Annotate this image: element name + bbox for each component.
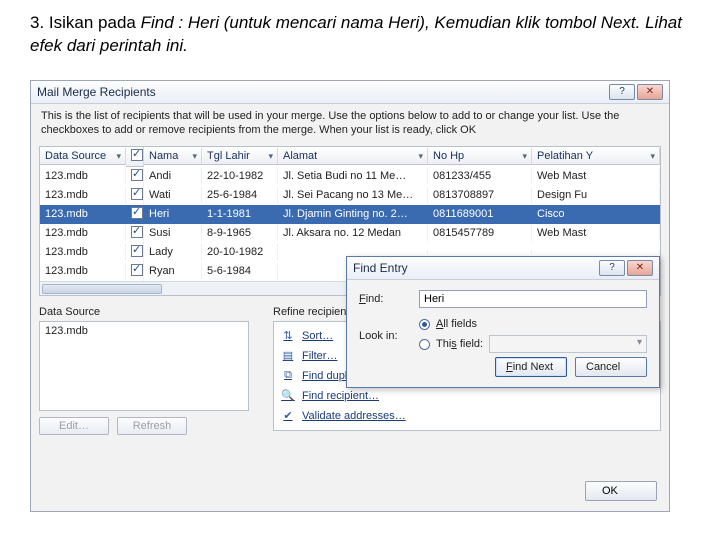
find-input[interactable] xyxy=(419,290,647,308)
find-close-button[interactable]: ✕ xyxy=(627,260,653,276)
scrollbar-thumb[interactable] xyxy=(42,284,162,294)
refine-icon: 🔍 xyxy=(280,388,296,404)
cell-pelatihan: Design Fu xyxy=(532,187,660,203)
table-row[interactable]: 123.mdb Heri1-1-1981Jl. Djamin Ginting no… xyxy=(40,205,660,224)
cell-nama: Ryan xyxy=(144,263,202,279)
cell-check[interactable] xyxy=(126,262,144,281)
cell-pelatihan: Web Mast xyxy=(532,168,660,184)
cell-hp: 0813708897 xyxy=(428,187,532,203)
cell-tgl: 8-9-1965 xyxy=(202,225,278,241)
refine-label: Sort… xyxy=(302,330,333,342)
col-tgl-lahir[interactable]: Tgl Lahir xyxy=(202,148,278,165)
data-source-item[interactable]: 123.mdb xyxy=(45,325,243,337)
check-icon[interactable] xyxy=(131,245,143,257)
check-icon[interactable] xyxy=(131,226,143,238)
data-source-label: Data Source xyxy=(39,306,249,318)
cell-check[interactable] xyxy=(126,167,144,186)
data-source-list[interactable]: 123.mdb xyxy=(39,321,249,411)
find-next-button[interactable]: Find Next xyxy=(495,357,567,377)
table-row[interactable]: 123.mdb Wati25-6-1984Jl. Sei Pacang no 13… xyxy=(40,186,660,205)
find-dialog-titlebar: Find Entry ? ✕ xyxy=(347,257,659,280)
table-row[interactable]: 123.mdb Andi22-10-1982Jl. Setia Budi no 1… xyxy=(40,167,660,186)
cell-source: 123.mdb xyxy=(40,263,126,279)
cell-alamat: Jl. Djamin Ginting no. 2… xyxy=(278,206,428,222)
cell-check[interactable] xyxy=(126,186,144,205)
cell-nama: Lady xyxy=(144,244,202,260)
col-no-hp[interactable]: No Hp xyxy=(428,148,532,165)
cell-tgl: 22-10-1982 xyxy=(202,168,278,184)
refresh-button[interactable]: Refresh xyxy=(117,417,187,435)
radio-all-fields[interactable] xyxy=(419,319,430,330)
grid-header-row: Data Source Nama Tgl Lahir Alamat No Hp … xyxy=(40,147,660,167)
check-icon[interactable] xyxy=(131,264,143,276)
cell-source: 123.mdb xyxy=(40,187,126,203)
refine-icon: ▤ xyxy=(280,348,296,364)
cell-source: 123.mdb xyxy=(40,168,126,184)
dialog-intro-text: This is the list of recipients that will… xyxy=(31,104,669,142)
refine-link[interactable]: ✔ Validate addresses… xyxy=(278,406,656,426)
find-entry-dialog: Find Entry ? ✕ Find: Look in: All fields… xyxy=(346,256,660,388)
cell-pelatihan: Web Mast xyxy=(532,225,660,241)
find-dialog-title: Find Entry xyxy=(353,261,597,275)
cell-alamat xyxy=(278,250,428,254)
refine-label: Validate addresses… xyxy=(302,410,406,422)
cell-alamat: Jl. Setia Budi no 11 Me… xyxy=(278,168,428,184)
ok-button[interactable]: OK xyxy=(585,481,657,501)
cell-hp: 0815457789 xyxy=(428,225,532,241)
cell-tgl: 25-6-1984 xyxy=(202,187,278,203)
check-icon[interactable] xyxy=(131,169,143,181)
find-help-button[interactable]: ? xyxy=(599,260,625,276)
cell-nama: Heri xyxy=(144,206,202,222)
cell-tgl: 5-6-1984 xyxy=(202,263,278,279)
cell-check[interactable] xyxy=(126,205,144,224)
cell-check[interactable] xyxy=(126,243,144,262)
check-icon[interactable] xyxy=(131,188,143,200)
cell-nama: Wati xyxy=(144,187,202,203)
col-pelatihan[interactable]: Pelatihan Y xyxy=(532,148,660,165)
cell-nama: Andi xyxy=(144,168,202,184)
col-checkbox[interactable] xyxy=(126,147,144,167)
look-in-label: Look in: xyxy=(359,330,409,342)
dialog-title: Mail Merge Recipients xyxy=(37,85,607,99)
cell-hp xyxy=(428,250,532,254)
cell-hp: 081233/455 xyxy=(428,168,532,184)
instruction-text: 3. Isikan pada Find : Heri (untuk mencar… xyxy=(0,0,720,64)
close-button[interactable]: ✕ xyxy=(637,84,663,100)
cell-nama: Susi xyxy=(144,225,202,241)
col-alamat[interactable]: Alamat xyxy=(278,148,428,165)
refine-label: Filter… xyxy=(302,350,337,362)
cell-source: 123.mdb xyxy=(40,225,126,241)
cell-alamat: Jl. Sei Pacang no 13 Me… xyxy=(278,187,428,203)
refine-icon: ✔ xyxy=(280,408,296,424)
refine-icon: ⇅ xyxy=(280,328,296,344)
cell-hp: 0811689001 xyxy=(428,206,532,222)
radio-this-field[interactable] xyxy=(419,339,430,350)
cell-check[interactable] xyxy=(126,224,144,243)
edit-button[interactable]: Edit… xyxy=(39,417,109,435)
cell-tgl: 20-10-1982 xyxy=(202,244,278,260)
cell-pelatihan xyxy=(532,250,660,254)
radio-all-fields-label: All fields xyxy=(436,318,477,330)
refine-icon: ⧉ xyxy=(280,368,296,384)
check-icon[interactable] xyxy=(131,207,143,219)
table-row[interactable]: 123.mdb Susi8-9-1965Jl. Aksara no. 12 Med… xyxy=(40,224,660,243)
cell-source: 123.mdb xyxy=(40,244,126,260)
radio-this-field-label: This field: xyxy=(436,338,483,350)
find-label: Find: xyxy=(359,293,409,305)
cell-pelatihan: Cisco xyxy=(532,206,660,222)
field-select[interactable] xyxy=(489,335,647,353)
cell-alamat: Jl. Aksara no. 12 Medan xyxy=(278,225,428,241)
refine-link[interactable]: 🔍 Find recipient… xyxy=(278,386,656,406)
cancel-button[interactable]: Cancel xyxy=(575,357,647,377)
dialog-titlebar: Mail Merge Recipients ? ✕ xyxy=(31,81,669,104)
refine-label: Find recipient… xyxy=(302,390,379,402)
cell-source: 123.mdb xyxy=(40,206,126,222)
cell-tgl: 1-1-1981 xyxy=(202,206,278,222)
check-all-icon[interactable] xyxy=(131,149,143,161)
col-data-source[interactable]: Data Source xyxy=(40,148,126,165)
help-button[interactable]: ? xyxy=(609,84,635,100)
col-nama[interactable]: Nama xyxy=(144,148,202,165)
